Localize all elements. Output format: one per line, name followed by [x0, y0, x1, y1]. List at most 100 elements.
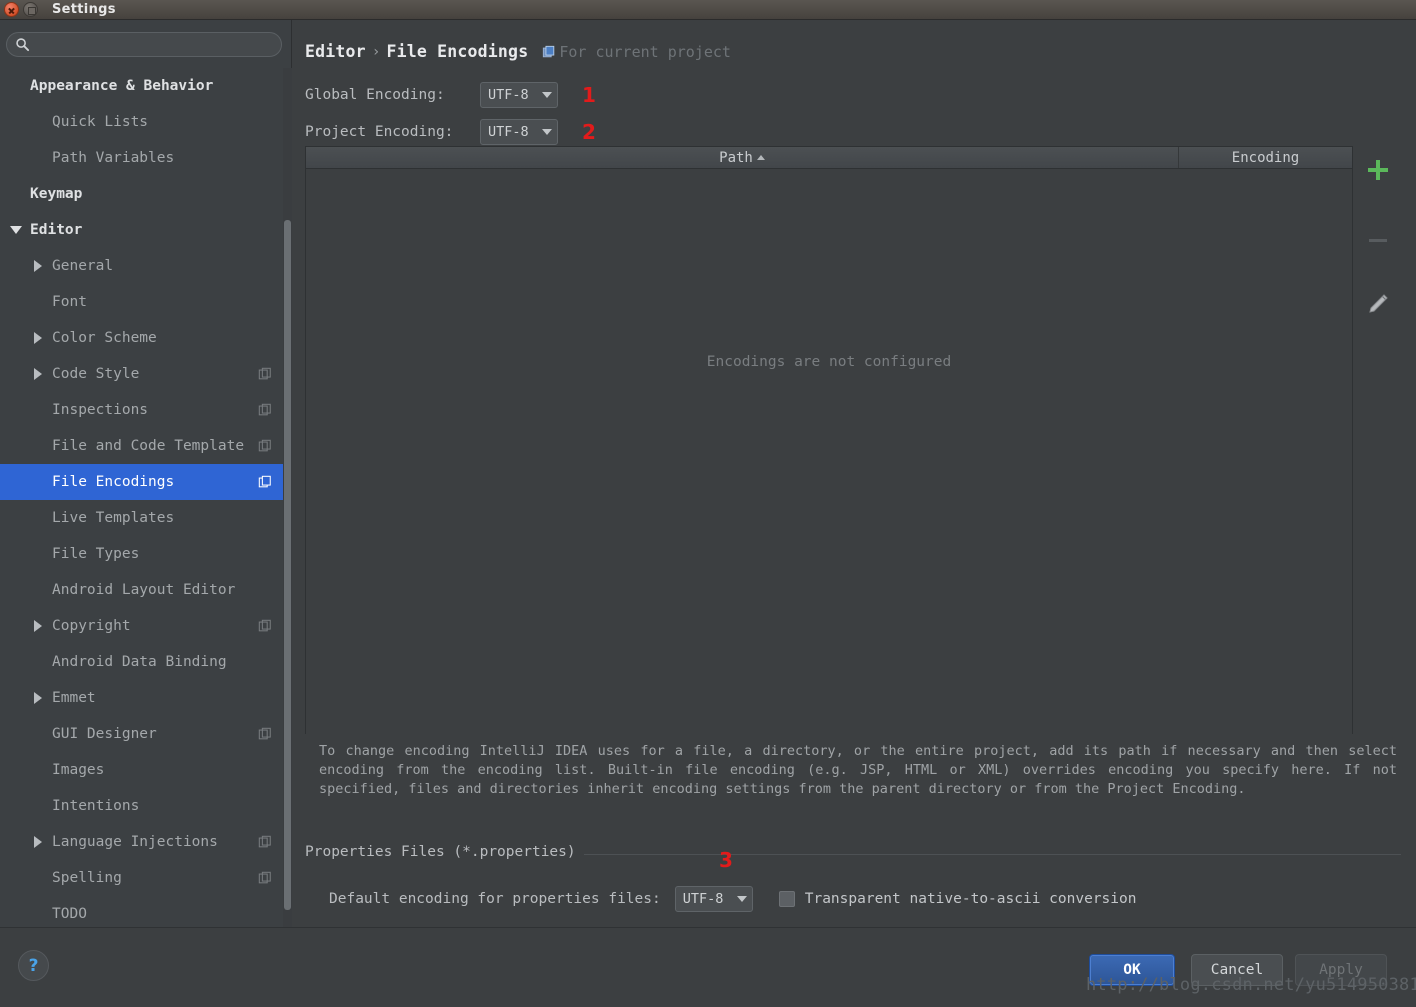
chevron-right-icon[interactable]: [32, 691, 46, 705]
sidebar-item-spelling[interactable]: Spelling: [0, 860, 284, 896]
chevron-right-icon[interactable]: [32, 367, 46, 381]
copy-settings-icon[interactable]: [258, 367, 272, 381]
project-scope-icon: [543, 45, 555, 57]
copy-settings-icon[interactable]: [258, 403, 272, 417]
sidebar-item-android-layout-editor[interactable]: Android Layout Editor: [0, 572, 284, 608]
copy-settings-icon[interactable]: [258, 727, 272, 741]
search-input[interactable]: [30, 37, 281, 52]
transparent-conversion-checkbox[interactable]: [778, 891, 795, 907]
help-icon[interactable]: ?: [18, 950, 49, 981]
sort-ascending-icon: [756, 155, 765, 160]
sidebar-item-label: Path Variables: [52, 150, 175, 166]
chevron-right-icon[interactable]: [32, 331, 46, 345]
maximize-icon[interactable]: [23, 2, 38, 17]
project-encoding-value: UTF-8: [488, 124, 529, 140]
dialog-footer: ? OK Cancel Apply: [0, 927, 1416, 1007]
sidebar-item-keymap[interactable]: Keymap: [0, 176, 284, 212]
add-icon[interactable]: [1358, 150, 1398, 190]
chevron-right-icon[interactable]: [32, 259, 46, 273]
global-encoding-row: Global Encoding: UTF-8 1: [305, 82, 596, 108]
properties-group-title: Properties Files (*.properties): [305, 844, 584, 860]
sidebar-item-appearance-behavior[interactable]: Appearance & Behavior: [0, 68, 284, 104]
copy-settings-icon[interactable]: [258, 439, 272, 453]
sidebar-item-label: TODO: [52, 906, 87, 922]
sidebar-item-quick-lists[interactable]: Quick Lists: [0, 104, 284, 140]
sidebar-item-images[interactable]: Images: [0, 752, 284, 788]
sidebar-item-inspections[interactable]: Inspections: [0, 392, 284, 428]
global-encoding-label: Global Encoding:: [305, 87, 445, 103]
sidebar-item-label: GUI Designer: [52, 726, 157, 742]
sidebar-item-label: Live Templates: [52, 510, 175, 526]
settings-tree: Appearance & Behavior Quick Lists Path Var…: [0, 68, 284, 946]
breadcrumb-root[interactable]: Editor: [305, 42, 366, 61]
copy-settings-icon[interactable]: [258, 835, 272, 849]
sidebar-item-label: Android Data Binding: [52, 654, 227, 670]
encodings-description: To change encoding IntelliJ IDEA uses fo…: [319, 743, 1397, 797]
sidebar-item-path-variables[interactable]: Path Variables: [0, 140, 284, 176]
properties-encoding-label: Default encoding for properties files:: [329, 891, 661, 907]
sidebar-item-copyright[interactable]: Copyright: [0, 608, 284, 644]
edit-icon[interactable]: [1358, 284, 1398, 324]
project-encoding-row: Project Encoding: UTF-8 2: [305, 119, 596, 145]
transparent-conversion-label: Transparent native-to-ascii conversion: [804, 891, 1137, 907]
search-box[interactable]: [6, 32, 282, 57]
remove-icon: [1358, 220, 1398, 260]
close-icon[interactable]: [4, 2, 19, 17]
chevron-right-icon[interactable]: [32, 619, 46, 633]
column-header-path[interactable]: Path: [306, 147, 1179, 168]
sidebar-item-general[interactable]: General: [0, 248, 284, 284]
sidebar-item-color-scheme[interactable]: Color Scheme: [0, 320, 284, 356]
sidebar-item-label: File Encodings: [52, 474, 175, 490]
sidebar-item-label: File Types: [52, 546, 140, 562]
copy-settings-icon[interactable]: [258, 475, 272, 489]
sidebar-item-label: Quick Lists: [52, 114, 149, 130]
sidebar-item-label: Copyright: [52, 618, 131, 634]
sidebar-item-file-encodings[interactable]: File Encodings: [0, 464, 284, 500]
copy-settings-icon[interactable]: [258, 619, 272, 633]
sidebar-item-live-templates[interactable]: Live Templates: [0, 500, 284, 536]
window-title: Settings: [52, 2, 116, 17]
annotation-1: 1: [582, 83, 596, 107]
breadcrumb-scope-text: For current project: [559, 42, 731, 61]
table-body[interactable]: Encodings are not configured: [306, 169, 1352, 734]
column-header-encoding-label: Encoding: [1231, 149, 1300, 166]
sidebar-item-label: Images: [52, 762, 105, 778]
sidebar-item-intentions[interactable]: Intentions: [0, 788, 284, 824]
settings-sidebar: Appearance & Behavior Quick Lists Path Var…: [0, 20, 292, 946]
sidebar-scrollbar-thumb[interactable]: [284, 220, 291, 910]
column-header-encoding[interactable]: Encoding: [1179, 147, 1352, 168]
chevron-right-icon[interactable]: [32, 835, 46, 849]
sidebar-item-editor[interactable]: Editor: [0, 212, 284, 248]
sidebar-item-android-data-binding[interactable]: Android Data Binding: [0, 644, 284, 680]
sidebar-item-font[interactable]: Font: [0, 284, 284, 320]
annotation-3: 3: [719, 848, 733, 872]
annotation-2: 2: [582, 120, 596, 144]
project-encoding-select[interactable]: UTF-8: [480, 119, 558, 145]
global-encoding-select[interactable]: UTF-8: [480, 82, 558, 108]
sidebar-item-label: Keymap: [30, 186, 83, 202]
sidebar-item-emmet[interactable]: Emmet: [0, 680, 284, 716]
chevron-down-icon[interactable]: [10, 223, 24, 237]
sidebar-item-label: General: [52, 258, 114, 274]
sidebar-item-code-style[interactable]: Code Style: [0, 356, 284, 392]
properties-encoding-row: Default encoding for properties files: U…: [329, 886, 1136, 912]
sidebar-item-label: Font: [52, 294, 87, 310]
sidebar-item-file-and-code-template[interactable]: File and Code Template: [0, 428, 284, 464]
copy-settings-icon[interactable]: [258, 871, 272, 885]
sidebar-item-gui-designer[interactable]: GUI Designer: [0, 716, 284, 752]
sidebar-item-file-types[interactable]: File Types: [0, 536, 284, 572]
sidebar-item-label: Language Injections: [52, 834, 218, 850]
sidebar-item-label: Spelling: [52, 870, 122, 886]
properties-encoding-select[interactable]: UTF-8: [674, 886, 753, 912]
sidebar-item-language-injections[interactable]: Language Injections: [0, 824, 284, 860]
